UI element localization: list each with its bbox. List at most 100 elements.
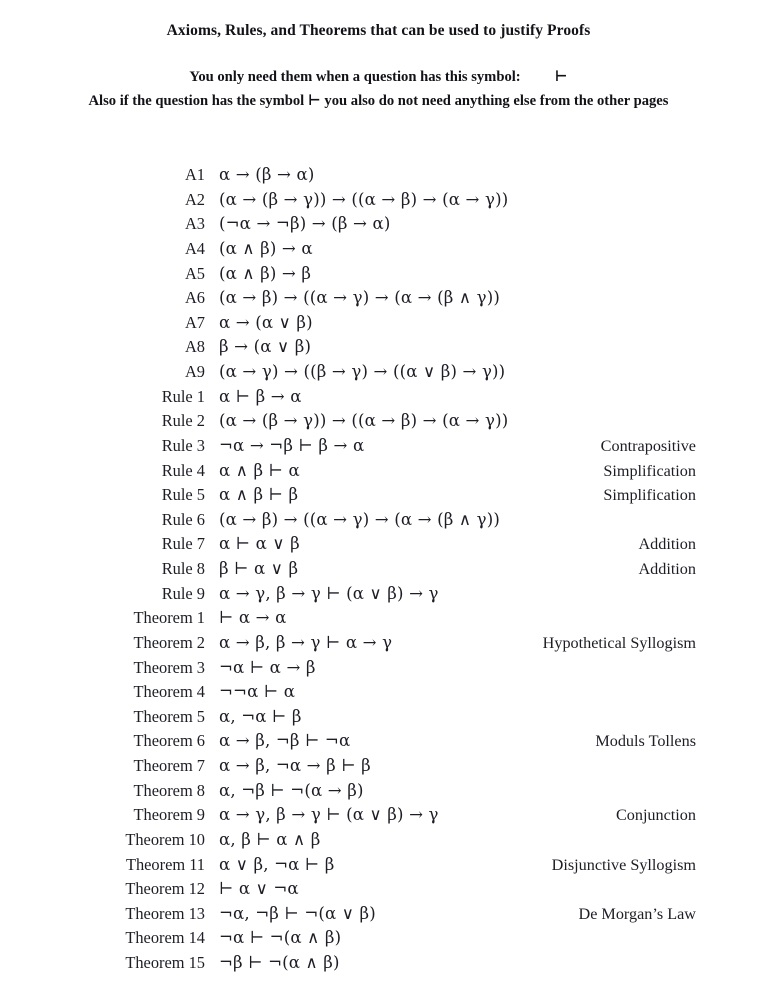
entry-label: A6 <box>184 288 205 308</box>
entry-label: Theorem 14 <box>125 928 205 948</box>
entry-row: Theorem 11 α ∨ β, ¬α ⊢ β Disjunctive Syllo… <box>0 853 757 878</box>
entry-formula: α → (β → α) <box>219 165 315 184</box>
entry-label: Theorem 8 <box>133 780 205 800</box>
entry-formula: (α ∧ β) → β <box>219 263 312 283</box>
entry-formula: α → β, ¬β ⊢ ¬α <box>219 731 351 751</box>
entry-label: A3 <box>184 214 205 234</box>
entry-row: A3 (¬α → ¬β) → (β → α) <box>0 212 757 237</box>
entry-label: Rule 8 <box>161 559 205 578</box>
entry-label: Rule 7 <box>161 534 205 554</box>
entry-row: Theorem 6 α → β, ¬β ⊢ ¬α Moduls Tollens <box>0 729 757 754</box>
entry-row: Theorem 8 α, ¬β ⊢ ¬(α → β) <box>0 779 757 804</box>
entry-label: A7 <box>184 312 205 332</box>
entry-label: Rule 5 <box>161 485 205 505</box>
entry-formula: ¬β ⊢ ¬(α ∧ β) <box>219 953 340 972</box>
entry-formula: ¬α ⊢ α → β <box>219 657 316 677</box>
entry-label: A9 <box>184 362 205 381</box>
entry-label: Theorem 5 <box>133 706 205 726</box>
entry-row: A4 (α ∧ β) → α <box>0 237 757 262</box>
entry-label: Theorem 6 <box>133 731 205 751</box>
entry-row: Theorem 12 ⊢ α ∨ ¬α <box>0 877 757 902</box>
entry-formula: (α → β) → ((α → γ) → (α → (β ∧ γ)) <box>219 509 500 529</box>
entry-formula: α ∨ β, ¬α ⊢ β <box>219 854 335 874</box>
entry-row: A6 (α → β) → ((α → γ) → (α → (β ∧ γ)) <box>0 286 757 311</box>
entry-label: Theorem 13 <box>125 903 205 923</box>
entry-label: A4 <box>184 238 205 258</box>
entry-row: Theorem 4 ¬¬α ⊢ α <box>0 680 757 705</box>
entry-label: Theorem 9 <box>133 805 205 825</box>
entry-note: Contrapositive <box>600 436 696 455</box>
entry-row: Rule 1 α ⊢ β → α <box>0 385 757 410</box>
entry-formula: (α ∧ β) → α <box>219 238 313 258</box>
entry-formula: (α → β) → ((α → γ) → (α → (β ∧ γ)) <box>219 288 500 308</box>
entry-row: A9 (α → γ) → ((β → γ) → ((α ∨ β) → γ)) <box>0 360 757 385</box>
entry-formula: ¬α ⊢ ¬(α ∧ β) <box>219 928 342 948</box>
entry-note: Conjunction <box>615 806 696 825</box>
entry-row: Rule 2 (α → (β → γ)) → ((α → β) → (α → γ)… <box>0 409 757 434</box>
subtitle-secondary: Also if the question has the symbol ⊢ yo… <box>88 93 669 109</box>
entry-formula: α → β, ¬α → β ⊢ β <box>219 756 371 775</box>
entry-row: Rule 3 ¬α → ¬β ⊢ β → α Contrapositive <box>0 434 757 459</box>
entry-row: Theorem 10 α, β ⊢ α ∧ β <box>0 828 757 853</box>
entry-row: Theorem 13 ¬α, ¬β ⊢ ¬(α ∨ β) De Morgan’s L… <box>0 902 757 927</box>
entry-label: Rule 1 <box>161 386 205 406</box>
entry-formula: ⊢ α → α <box>219 608 287 628</box>
subtitle-primary-text: You only need them when a question has t… <box>189 69 521 85</box>
entry-row: Theorem 5 α, ¬α ⊢ β <box>0 705 757 730</box>
entry-row: A2 (α → (β → γ)) → ((α → β) → (α → γ)) <box>0 188 757 213</box>
entry-formula: β → (α ∨ β) <box>219 337 312 357</box>
entry-formula: (¬α → ¬β) → (β → α) <box>219 214 391 234</box>
entry-formula: α → (α ∨ β) <box>219 312 313 332</box>
entry-note: Simplification <box>603 461 696 480</box>
entry-formula: α → β, β → γ ⊢ α → γ <box>219 632 393 652</box>
entry-label: A5 <box>184 263 205 283</box>
entry-row: A8 β → (α ∨ β) <box>0 335 757 360</box>
entry-formula: ⊢ α ∨ ¬α <box>219 879 299 899</box>
entry-note: Addition <box>638 535 696 554</box>
entry-formula: α ∧ β ⊢ α <box>219 460 300 480</box>
entry-label: Theorem 12 <box>125 879 205 899</box>
entry-label: Theorem 10 <box>125 829 205 849</box>
entry-row: A5 (α ∧ β) → β <box>0 262 757 287</box>
entry-label: A8 <box>184 337 205 357</box>
entry-formula: ¬α, ¬β ⊢ ¬(α ∨ β) <box>219 903 376 923</box>
entry-note: Simplification <box>603 486 696 505</box>
entry-row: Theorem 1 ⊢ α → α <box>0 606 757 631</box>
entry-row: Theorem 14 ¬α ⊢ ¬(α ∧ β) <box>0 926 757 951</box>
entry-label: Theorem 3 <box>133 657 205 677</box>
entry-label: Rule 4 <box>161 460 205 480</box>
entry-formula: α ∧ β ⊢ β <box>219 485 299 505</box>
entry-row: Rule 4 α ∧ β ⊢ α Simplification <box>0 459 757 484</box>
entry-label: Theorem 15 <box>125 953 205 972</box>
entry-row: Theorem 9 α → γ, β → γ ⊢ (α ∨ β) → γ Conju… <box>0 803 757 828</box>
entry-formula: α → γ, β → γ ⊢ (α ∨ β) → γ <box>219 583 439 603</box>
entry-formula: α, β ⊢ α ∧ β <box>219 829 321 849</box>
entry-label: Theorem 2 <box>133 632 205 652</box>
subtitle-primary: You only need them when a question has t… <box>0 41 757 87</box>
entry-note: De Morgan’s Law <box>578 904 697 923</box>
page-title: Axioms, Rules, and Theorems that can be … <box>166 22 591 39</box>
document-header: Axioms, Rules, and Theorems that can be … <box>0 0 757 111</box>
entry-formula: (α → (β → γ)) → ((α → β) → (α → γ)) <box>219 189 509 209</box>
entry-formula: α ⊢ α ∨ β <box>219 534 300 554</box>
entry-label: Rule 6 <box>161 509 205 529</box>
entry-formula: α → γ, β → γ ⊢ (α ∨ β) → γ <box>219 805 439 825</box>
entry-label: Rule 2 <box>161 411 205 431</box>
entry-row: Rule 5 α ∧ β ⊢ β Simplification <box>0 483 757 508</box>
entry-row: Theorem 3 ¬α ⊢ α → β <box>0 656 757 681</box>
entry-formula: α, ¬α ⊢ β <box>219 706 302 726</box>
entry-row: Theorem 7 α → β, ¬α → β ⊢ β <box>0 754 757 779</box>
entry-row: Theorem 15 ¬β ⊢ ¬(α ∧ β) <box>0 951 757 976</box>
entry-formula: β ⊢ α ∨ β <box>219 559 299 578</box>
entry-row: A7 α → (α ∨ β) <box>0 311 757 336</box>
entry-note: Disjunctive Syllogism <box>551 855 696 874</box>
entry-row: Rule 7 α ⊢ α ∨ β Addition <box>0 532 757 557</box>
entry-row: Rule 6 (α → β) → ((α → γ) → (α → (β ∧ γ)) <box>0 508 757 533</box>
turnstile-symbol: ⊢ <box>554 69 568 85</box>
entry-formula: ¬α → ¬β ⊢ β → α <box>219 435 365 455</box>
entry-label: Theorem 4 <box>133 682 205 702</box>
entry-row: Rule 9 α → γ, β → γ ⊢ (α ∨ β) → γ <box>0 582 757 607</box>
entry-label: A2 <box>184 189 205 209</box>
entry-label: A1 <box>184 165 205 184</box>
entry-row: Rule 8 β ⊢ α ∨ β Addition <box>0 557 757 582</box>
